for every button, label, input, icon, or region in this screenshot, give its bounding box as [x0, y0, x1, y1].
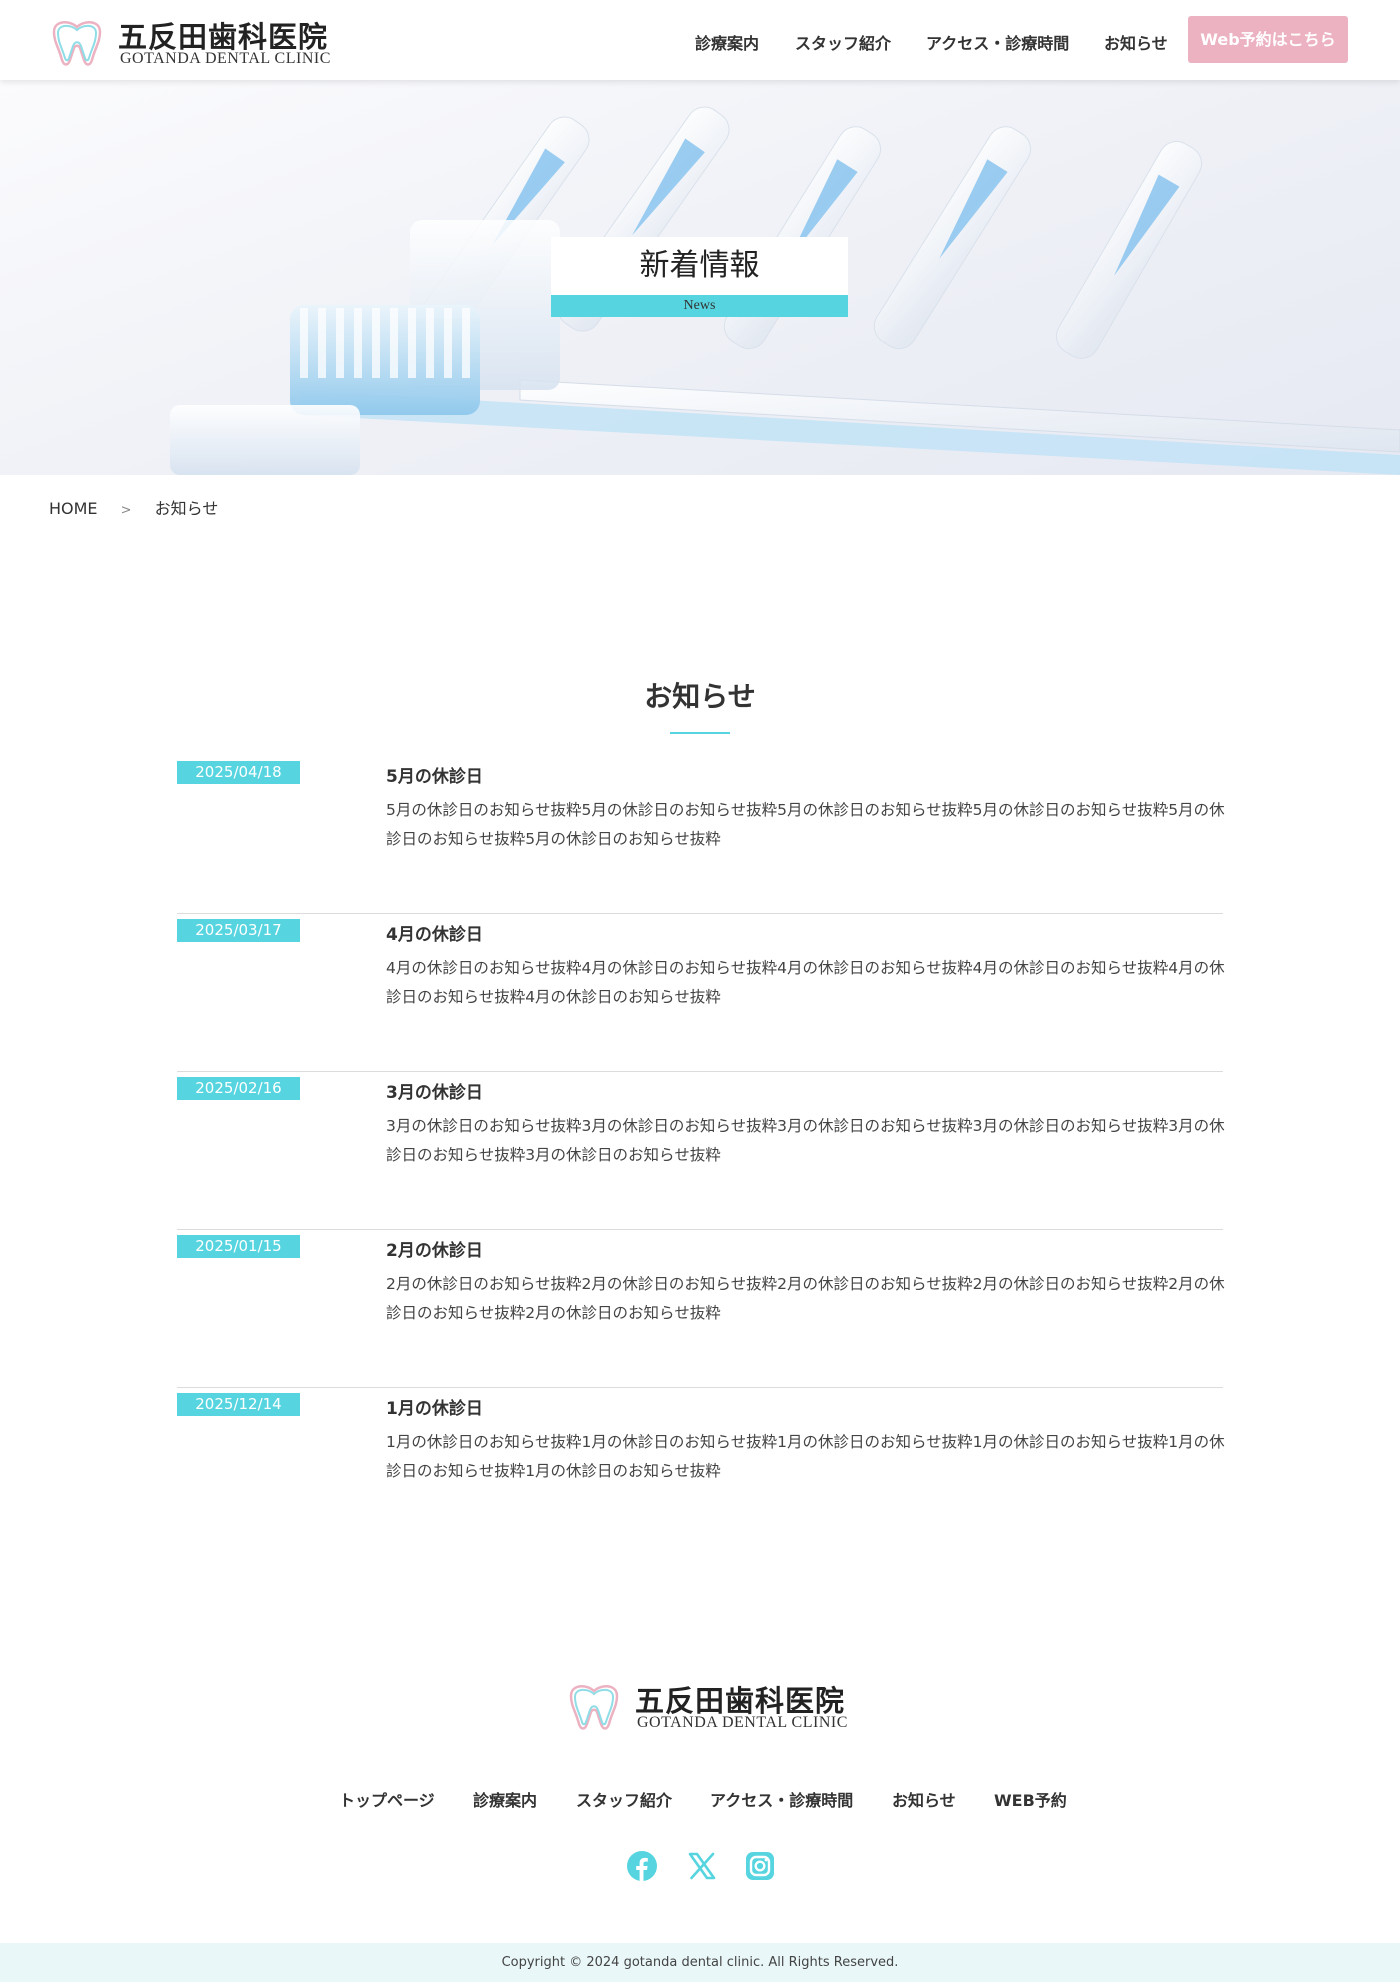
footer-nav-staff[interactable]: スタッフ紹介: [576, 1787, 672, 1811]
web-reservation-button[interactable]: Web予約はこちら: [1188, 16, 1348, 63]
nav-item-access[interactable]: アクセス・診療時間: [926, 30, 1069, 54]
footer-nav-news[interactable]: お知らせ: [892, 1787, 956, 1811]
news-excerpt: 4月の休診日のお知らせ抜粋4月の休診日のお知らせ抜粋4月の休診日のお知らせ抜粋4…: [386, 959, 1225, 1006]
news-date-badge: 2025/04/18: [177, 761, 300, 784]
footer-logo-english-text: GOTANDA DENTAL CLINIC: [637, 1714, 848, 1731]
hero-title: 新着情報: [551, 237, 848, 295]
footer-nav-reservation[interactable]: WEB予約: [994, 1787, 1067, 1811]
news-date-badge: 2025/12/14: [177, 1393, 300, 1416]
news-item[interactable]: 2025/04/18 5月の休診日 5月の休診日のお知らせ抜粋5月の休診日のお知…: [177, 756, 1225, 914]
breadcrumb: HOME > お知らせ: [49, 495, 218, 519]
facebook-icon[interactable]: [627, 1851, 657, 1881]
news-excerpt: 3月の休診日のお知らせ抜粋3月の休診日のお知らせ抜粋3月の休診日のお知らせ抜粋3…: [386, 1117, 1225, 1164]
news-item[interactable]: 2025/01/15 2月の休診日 2月の休診日のお知らせ抜粋2月の休診日のお知…: [177, 1230, 1225, 1388]
news-list: 2025/04/18 5月の休診日 5月の休診日のお知らせ抜粋5月の休診日のお知…: [177, 756, 1225, 1546]
news-date-badge: 2025/01/15: [177, 1235, 300, 1258]
breadcrumb-current: お知らせ: [154, 499, 219, 518]
footer-nav-top[interactable]: トップページ: [339, 1787, 435, 1811]
news-item[interactable]: 2025/03/17 4月の休診日 4月の休診日のお知らせ抜粋4月の休診日のお知…: [177, 914, 1225, 1072]
tooth-logo-icon: [569, 1685, 619, 1730]
news-title-link[interactable]: 1月の休診日: [386, 1394, 483, 1419]
news-excerpt: 1月の休診日のお知らせ抜粋1月の休診日のお知らせ抜粋1月の休診日のお知らせ抜粋1…: [386, 1433, 1225, 1480]
footer-logo[interactable]: 五反田歯科医院 GOTANDA DENTAL CLINIC: [565, 1680, 848, 1734]
hero-title-box: 新着情報 News: [551, 237, 848, 317]
news-title-link[interactable]: 2月の休診日: [386, 1236, 483, 1261]
title-underline: [670, 732, 730, 734]
breadcrumb-separator: >: [120, 503, 132, 518]
news-date-badge: 2025/03/17: [177, 919, 300, 942]
footer-nav-services[interactable]: 診療案内: [473, 1787, 537, 1811]
hero-banner: 新着情報 News: [0, 80, 1400, 475]
nav-item-staff[interactable]: スタッフ紹介: [795, 30, 891, 54]
news-item[interactable]: 2025/12/14 1月の休診日 1月の休診日のお知らせ抜粋1月の休診日のお知…: [177, 1388, 1225, 1546]
news-excerpt: 5月の休診日のお知らせ抜粋5月の休診日のお知らせ抜粋5月の休診日のお知らせ抜粋5…: [386, 801, 1225, 848]
footer-nav-access[interactable]: アクセス・診療時間: [710, 1787, 853, 1811]
news-title-link[interactable]: 3月の休診日: [386, 1078, 483, 1103]
news-item[interactable]: 2025/02/16 3月の休診日 3月の休診日のお知らせ抜粋3月の休診日のお知…: [177, 1072, 1225, 1230]
site-header: 五反田歯科医院 GOTANDA DENTAL CLINIC 診療案内 スタッフ紹…: [0, 0, 1400, 80]
news-date-badge: 2025/02/16: [177, 1077, 300, 1100]
copyright-bar: Copyright © 2024 gotanda dental clinic. …: [0, 1943, 1400, 1982]
news-excerpt: 2月の休診日のお知らせ抜粋2月の休診日のお知らせ抜粋2月の休診日のお知らせ抜粋2…: [386, 1275, 1225, 1322]
news-title-link[interactable]: 5月の休診日: [386, 762, 483, 787]
news-title-link[interactable]: 4月の休診日: [386, 920, 483, 945]
breadcrumb-home-link[interactable]: HOME: [49, 499, 98, 518]
instagram-icon[interactable]: [745, 1851, 775, 1881]
nav-item-news[interactable]: お知らせ: [1104, 30, 1168, 54]
x-icon[interactable]: [687, 1851, 717, 1881]
nav-item-services[interactable]: 診療案内: [695, 30, 759, 54]
page-title: お知らせ: [644, 680, 756, 713]
hero-subtitle: News: [551, 295, 848, 317]
